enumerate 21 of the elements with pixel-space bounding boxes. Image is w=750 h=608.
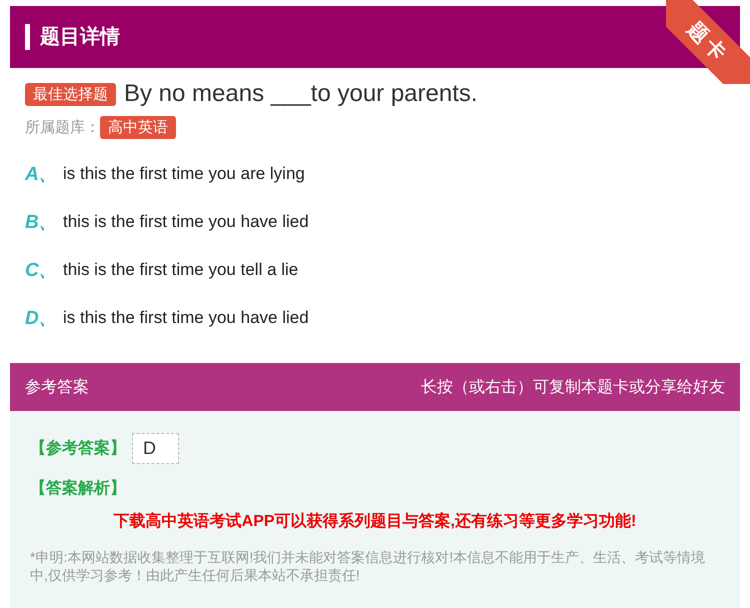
answer-label: 【参考答案】 xyxy=(30,438,126,459)
page-title: 题目详情 xyxy=(25,24,120,50)
answer-value: D xyxy=(132,433,179,464)
option-text: is this the first time you have lied xyxy=(63,308,309,328)
option-letter: A、 xyxy=(25,163,59,187)
disclaimer-text: *申明:本网站数据收集整理于互联网!我们并未能对答案信息进行核对!本信息不能用于生产、生活、考试等情境中,仅供学习参考！由此产生任何后果本站不承担责任! xyxy=(30,548,706,584)
bank-label: 所属题库： xyxy=(25,118,100,137)
option-letter: B、 xyxy=(25,211,59,235)
option-letter: C、 xyxy=(25,259,59,283)
analysis-label: 【答案解析】 xyxy=(30,480,126,497)
option-text: this is the first time you have lied xyxy=(63,212,309,232)
answer-heading: 参考答案 xyxy=(25,377,89,398)
option-letter: D、 xyxy=(25,307,59,331)
corner-ribbon[interactable]: 题卡 xyxy=(666,0,750,84)
question-type-tag: 最佳选择题 xyxy=(25,82,116,106)
option-text: this is the first time you tell a lie xyxy=(63,260,298,280)
app-promo-text: 下载高中英语考试APP可以获得系列题目与答案,还有练习等更多学习功能! xyxy=(112,511,638,532)
bank-tag[interactable]: 高中英语 xyxy=(100,116,176,139)
option-text: is this the first time you are lying xyxy=(63,164,305,184)
question-text: By no means ___to your parents. xyxy=(124,80,478,108)
share-hint: 长按（或右击）可复制本题卡或分享给好友 xyxy=(421,378,725,398)
